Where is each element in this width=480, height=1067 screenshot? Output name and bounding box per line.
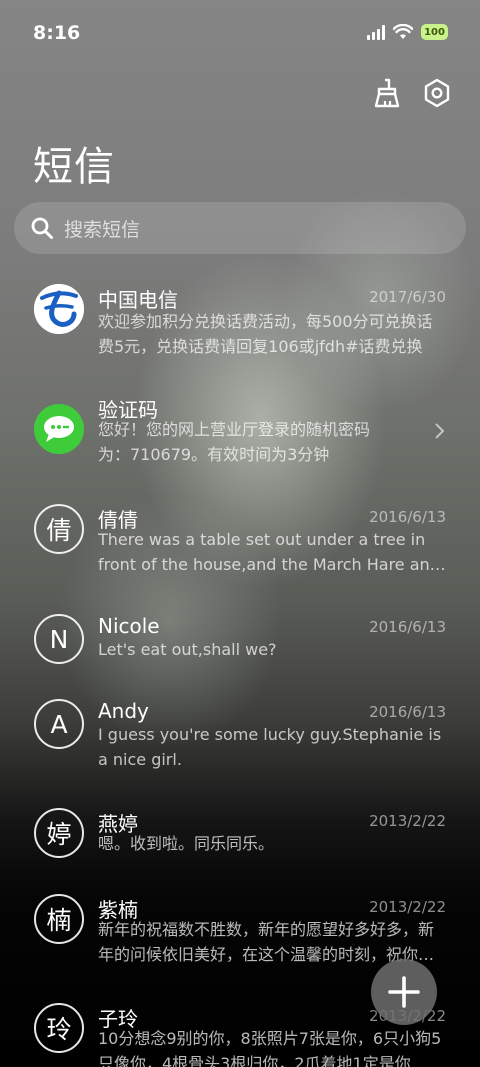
conversation-name: Andy: [98, 699, 149, 723]
conversation-item[interactable]: 倩 倩倩 2016/6/13 There was a table set out…: [0, 504, 480, 604]
search-placeholder: 搜索短信: [64, 218, 141, 241]
conversation-item[interactable]: 中国电信 2017/6/30 欢迎参加积分兑换话费活动，每500分可兑换话费5元…: [0, 284, 480, 384]
conversation-name: 中国电信: [98, 288, 178, 312]
battery-icon: 100: [421, 24, 448, 40]
brush-icon: [374, 78, 400, 108]
conversation-date: 2016/6/13: [369, 618, 446, 636]
contact-avatar: A: [34, 699, 84, 749]
chat-bubble-icon: [44, 416, 74, 442]
conversation-item[interactable]: 婷 燕婷 2013/2/22 嗯。收到啦。同乐同乐。: [0, 808, 480, 878]
search-icon: [31, 217, 53, 239]
search-input[interactable]: 搜索短信: [14, 202, 466, 254]
clean-brush-button[interactable]: [372, 78, 402, 108]
conversation-preview: There was a table set out under a tree i…: [98, 530, 440, 574]
conversation-item[interactable]: 验证码 您好！您的网上营业厅登录的随机密码为：710679。有效时间为3分钟: [0, 394, 480, 494]
status-icons: 100: [367, 24, 448, 40]
new-message-button[interactable]: [371, 959, 437, 1025]
contact-avatar: 楠: [34, 894, 84, 944]
conversation-date: 2016/6/13: [369, 508, 446, 526]
conversation-preview: Let's eat out,shall we?: [98, 640, 277, 659]
status-time: 8:16: [33, 22, 81, 44]
conversation-preview: 您好！您的网上营业厅登录的随机密码为：710679。有效时间为3分钟: [98, 420, 371, 464]
plus-icon: [388, 976, 420, 1008]
conversation-item[interactable]: N Nicole 2016/6/13 Let's eat out,shall w…: [0, 614, 480, 684]
conversation-date: 2013/2/22: [369, 898, 446, 916]
china-telecom-logo-icon: [34, 284, 84, 334]
telecom-logo-avatar: [34, 284, 84, 334]
conversation-date: 2017/6/30: [369, 288, 446, 306]
contact-avatar: 玲: [34, 1003, 84, 1053]
conversation-preview: I guess you're some lucky guy.Stephanie …: [98, 725, 442, 769]
conversation-name: Nicole: [98, 614, 160, 638]
status-bar: 8:16 100: [0, 0, 480, 66]
signal-icon: [367, 24, 385, 40]
message-avatar: [34, 404, 84, 454]
conversation-preview: 欢迎参加积分兑换话费活动，每500分可兑换话费5元，兑换话费请回复106或jfd…: [98, 312, 433, 356]
conversation-preview: 10分想念9别的你，8张照片7张是你，6只小狗5只像你，4根骨头3根归你，2爪着…: [98, 1029, 442, 1067]
chevron-right-icon: [435, 423, 445, 439]
contact-avatar: 倩: [34, 504, 84, 554]
header-actions: [372, 78, 452, 108]
page-title: 短信: [33, 144, 115, 190]
contact-avatar: 婷: [34, 808, 84, 858]
wifi-icon: [393, 24, 413, 39]
conversation-preview: 嗯。收到啦。同乐同乐。: [98, 834, 275, 853]
conversation-item[interactable]: A Andy 2016/6/13 I guess you're some luc…: [0, 699, 480, 789]
conversation-date: 2013/2/22: [369, 812, 446, 830]
contact-avatar: N: [34, 614, 84, 664]
settings-icon: [424, 78, 450, 108]
conversation-date: 2016/6/13: [369, 703, 446, 721]
settings-button[interactable]: [422, 78, 452, 108]
